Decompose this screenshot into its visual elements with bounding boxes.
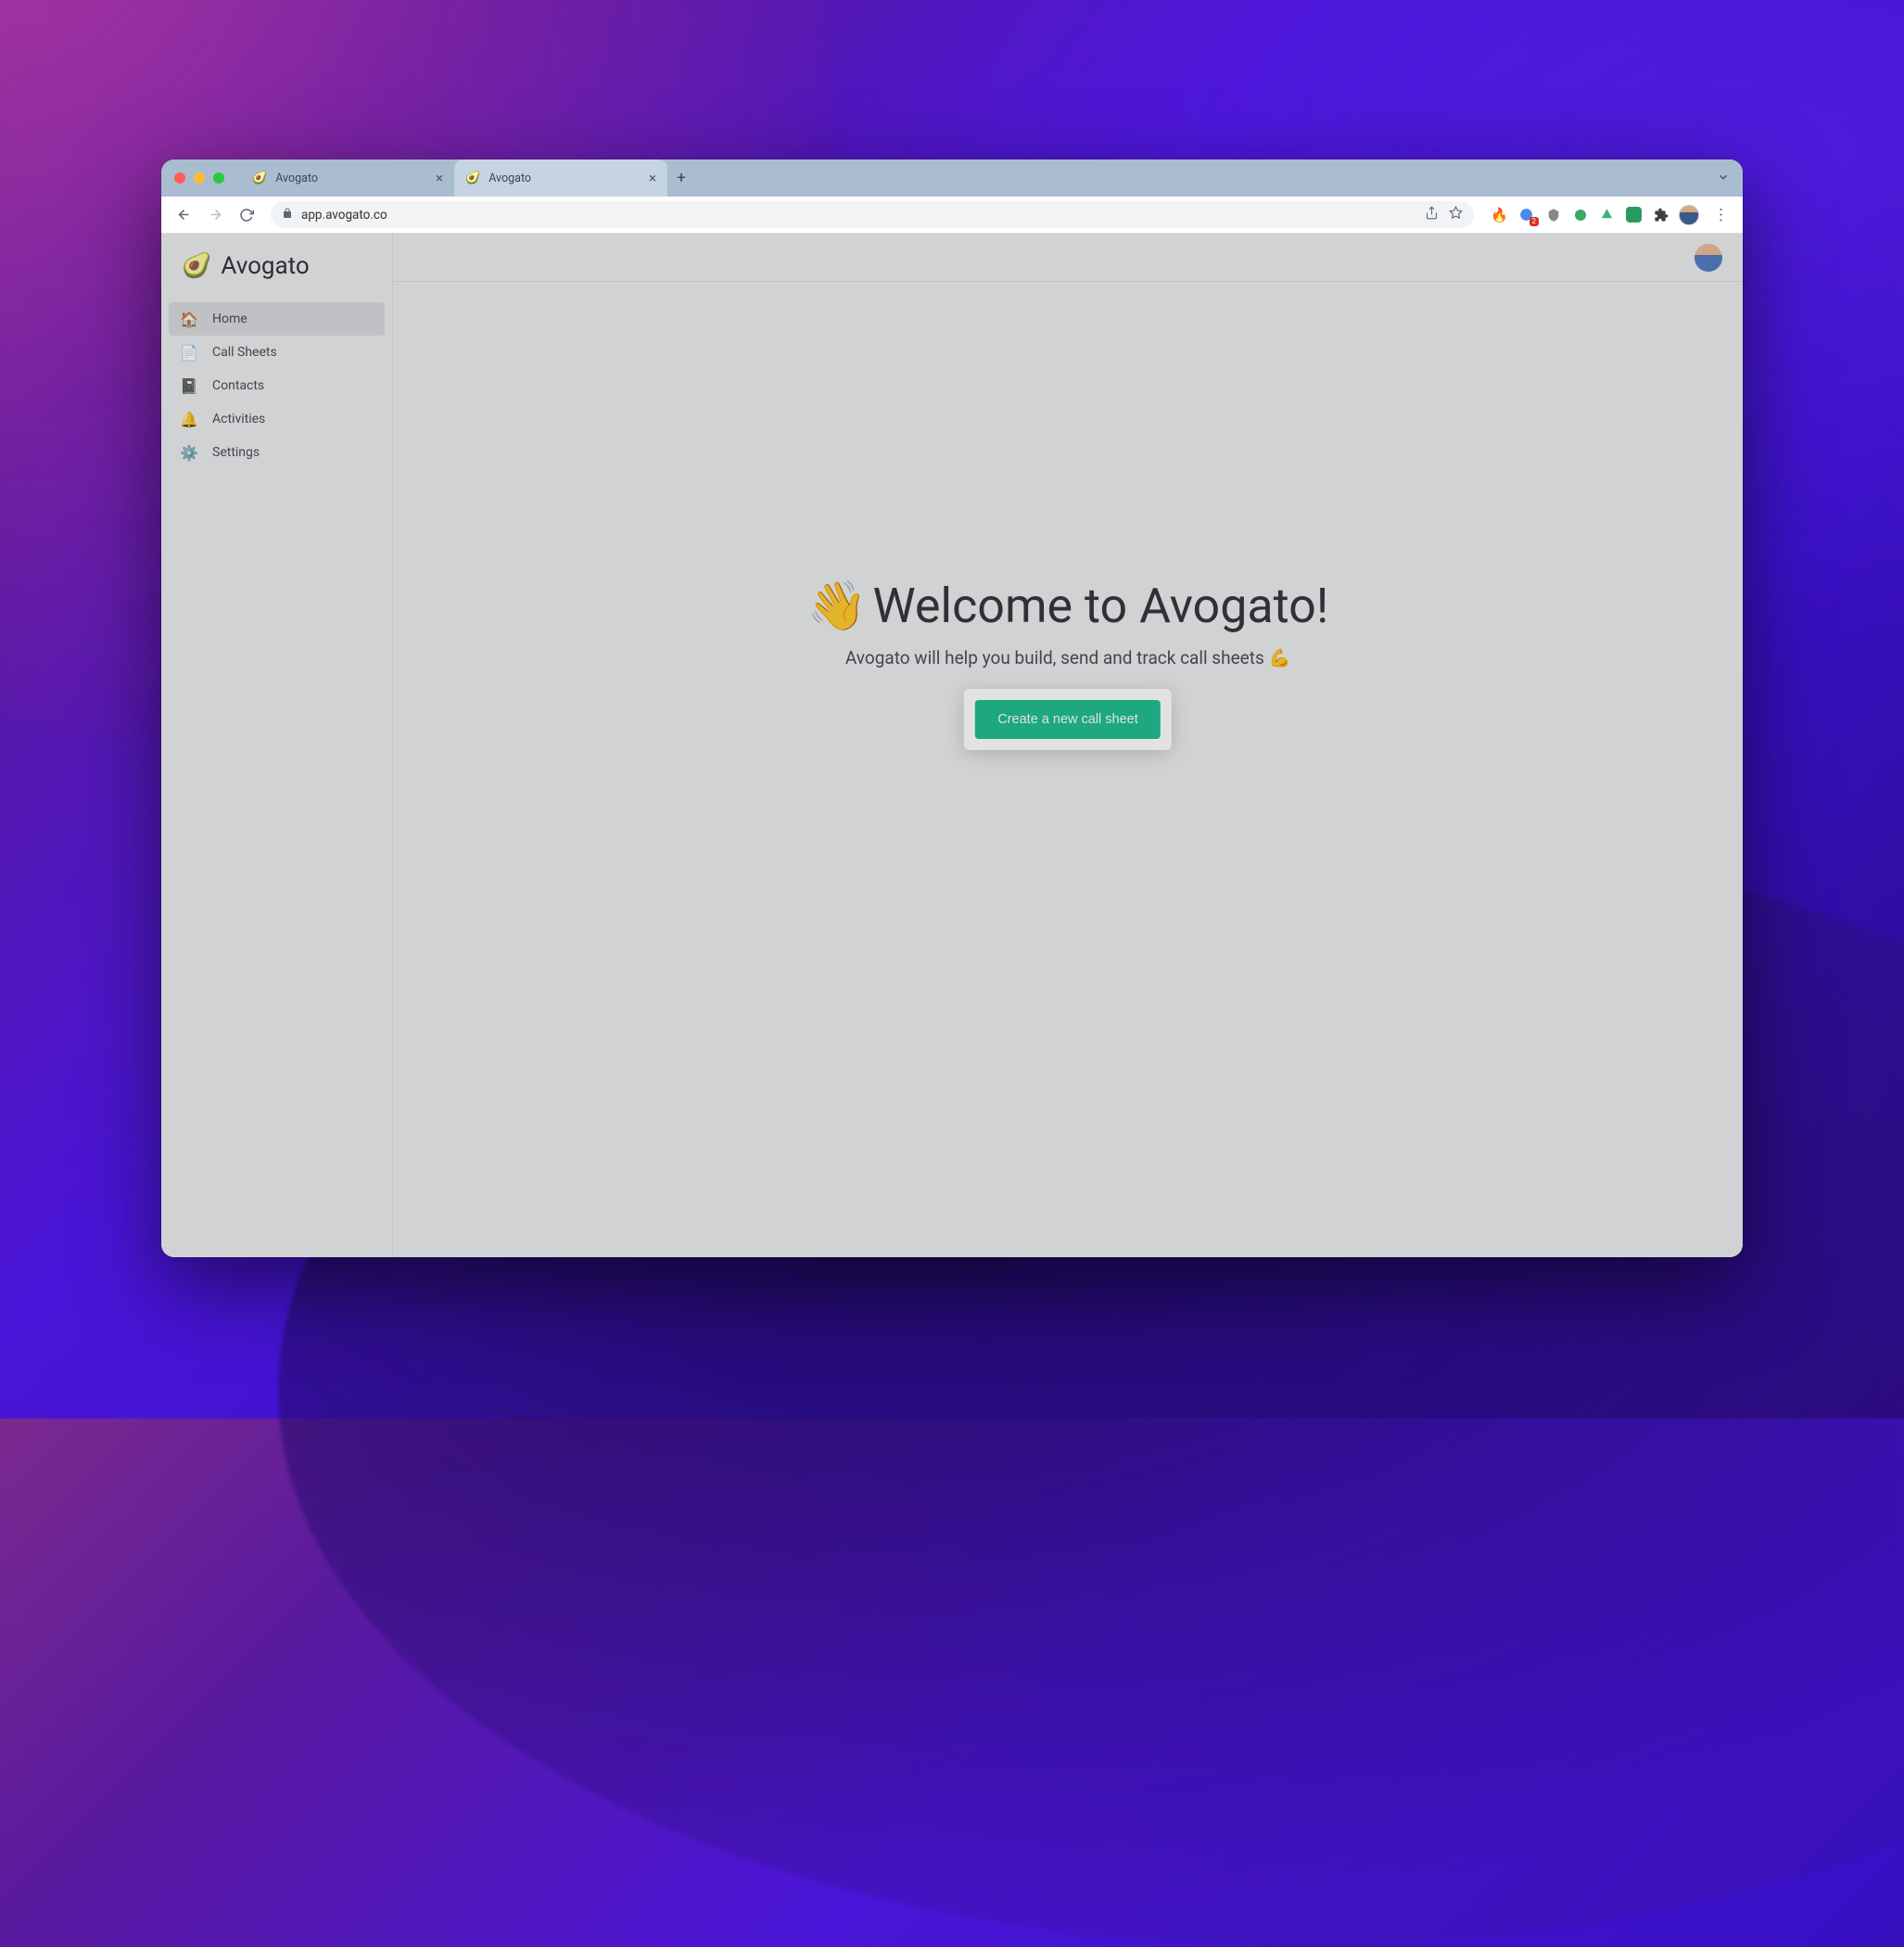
sidebar: 🥑 Avogato 🏠 Home 📄 Call Sheets 📓 Contact… [161, 234, 393, 1257]
bookmark-star-icon[interactable] [1449, 206, 1463, 223]
sidebar-item-settings[interactable]: ⚙️ Settings [169, 436, 385, 469]
forward-button[interactable] [202, 202, 228, 228]
browser-tab-0[interactable]: 🥑 Avogato × [241, 159, 454, 197]
address-bar[interactable]: app.avogato.co [271, 201, 1474, 228]
bell-icon: 🔔 [180, 410, 198, 428]
favicon-icon: 🥑 [465, 172, 480, 185]
browser-toolbar: app.avogato.co 🔥 [161, 197, 1743, 234]
brand: 🥑 Avogato [161, 234, 392, 299]
sidebar-item-call-sheets[interactable]: 📄 Call Sheets [169, 336, 385, 369]
lock-icon [282, 208, 293, 223]
extensions-puzzle-icon[interactable] [1652, 206, 1669, 223]
browser-menu-icon[interactable]: ⋮ [1708, 206, 1733, 224]
extension-icon-1[interactable]: 🔥 [1491, 206, 1508, 223]
document-icon: 📄 [180, 343, 198, 362]
maximize-window-button[interactable] [213, 172, 224, 184]
extension-icon-5[interactable] [1598, 206, 1616, 223]
sidebar-item-home[interactable]: 🏠 Home [169, 302, 385, 336]
sidebar-item-label: Activities [212, 412, 265, 426]
gear-icon: ⚙️ [180, 443, 198, 462]
reload-button[interactable] [234, 202, 260, 228]
sidebar-item-contacts[interactable]: 📓 Contacts [169, 369, 385, 402]
book-icon: 📓 [180, 376, 198, 395]
back-button[interactable] [171, 202, 197, 228]
main-panel: 👋 Welcome to Avogato! Avogato will help … [393, 234, 1743, 1257]
app-root: 🥑 Avogato 🏠 Home 📄 Call Sheets 📓 Contact… [161, 234, 1743, 1257]
hero: 👋 Welcome to Avogato! Avogato will help … [807, 578, 1329, 750]
subtitle: Avogato will help you build, send and tr… [807, 647, 1329, 668]
favicon-icon: 🥑 [252, 172, 267, 185]
app-topbar [393, 234, 1743, 282]
brand-name: Avogato [221, 252, 309, 280]
browser-profile-avatar[interactable] [1679, 205, 1699, 225]
tab-strip: 🥑 Avogato × 🥑 Avogato × + [161, 159, 1743, 197]
browser-window: 🥑 Avogato × 🥑 Avogato × + app.avogat [161, 159, 1743, 1257]
extension-icon-6[interactable] [1625, 206, 1643, 223]
sidebar-nav: 🏠 Home 📄 Call Sheets 📓 Contacts 🔔 Activi… [161, 299, 392, 473]
page-title: 👋 Welcome to Avogato! [807, 578, 1329, 634]
tabs-dropdown-icon[interactable] [1717, 170, 1730, 187]
extension-icon-4[interactable] [1571, 206, 1589, 223]
sidebar-item-label: Contacts [212, 378, 264, 393]
new-tab-button[interactable]: + [667, 164, 695, 192]
user-avatar[interactable] [1695, 244, 1722, 272]
extension-icon-2[interactable] [1517, 206, 1535, 223]
close-tab-icon[interactable]: × [436, 172, 443, 185]
sidebar-item-label: Settings [212, 445, 260, 460]
home-icon: 🏠 [180, 310, 198, 328]
tab-title: Avogato [489, 172, 531, 185]
url-text: app.avogato.co [301, 208, 387, 223]
tab-title: Avogato [275, 172, 318, 185]
cta-highlight: Create a new call sheet [964, 689, 1172, 750]
sidebar-item-label: Call Sheets [212, 345, 277, 360]
minimize-window-button[interactable] [194, 172, 205, 184]
close-window-button[interactable] [174, 172, 185, 184]
extensions-area: 🔥 ⋮ [1491, 205, 1733, 225]
window-controls [174, 172, 224, 184]
extension-icon-3[interactable] [1544, 206, 1562, 223]
close-tab-icon[interactable]: × [649, 172, 656, 185]
sidebar-item-label: Home [212, 312, 248, 326]
share-icon[interactable] [1425, 206, 1439, 223]
title-text: Welcome to Avogato! [873, 578, 1329, 634]
wave-icon: 👋 [807, 578, 868, 634]
browser-tab-1[interactable]: 🥑 Avogato × [454, 159, 667, 197]
sidebar-item-activities[interactable]: 🔔 Activities [169, 402, 385, 436]
brand-icon: 🥑 [182, 252, 211, 280]
create-call-sheet-button[interactable]: Create a new call sheet [975, 700, 1161, 739]
